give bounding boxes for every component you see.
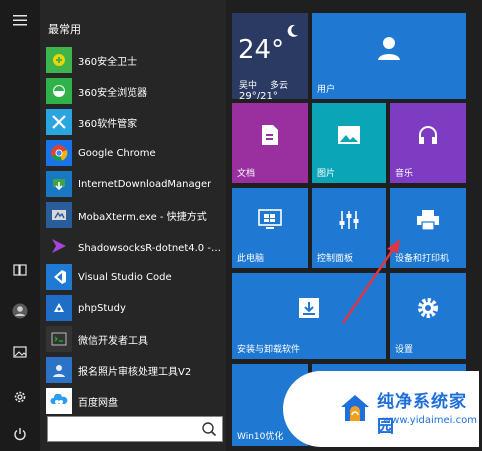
tile-install-uninstall[interactable]: 安装与卸载软件 bbox=[232, 273, 386, 359]
app-label: ShadowsocksR-dotnet4.0 - 快... bbox=[78, 242, 224, 254]
idm-icon bbox=[46, 171, 72, 197]
tile-documents[interactable]: 文档 bbox=[232, 103, 308, 183]
computer-icon bbox=[232, 188, 308, 252]
360-software-manager-icon bbox=[46, 109, 72, 135]
weather-range: 29°/21° bbox=[239, 91, 278, 99]
most-used-header: 最常用 bbox=[48, 23, 81, 36]
list-item[interactable]: 360安全卫士 bbox=[46, 45, 226, 75]
list-item[interactable]: MobaXterm.exe - 快捷方式 bbox=[46, 200, 226, 230]
baidu-netdisk-icon bbox=[46, 388, 72, 414]
app-label: 360安全卫士 bbox=[78, 56, 138, 68]
tile-label: Win10优化 bbox=[237, 432, 284, 442]
printer-icon bbox=[390, 188, 466, 252]
list-item[interactable]: phpStudy bbox=[46, 293, 226, 323]
menu-icon[interactable] bbox=[8, 8, 32, 32]
photo-tool-icon bbox=[46, 357, 72, 383]
list-item[interactable]: 报名照片审核处理工具V2 bbox=[46, 355, 226, 385]
app-label: InternetDownloadManager bbox=[78, 178, 212, 190]
tile-control-panel[interactable]: 控制面板 bbox=[312, 188, 386, 268]
360-safeguard-icon bbox=[46, 47, 72, 73]
search-icon[interactable] bbox=[201, 421, 217, 437]
tile-devices-printers[interactable]: 设备和打印机 bbox=[390, 188, 466, 268]
watermark-badge: 纯净系统家园 www.yidaimei.com bbox=[283, 371, 479, 447]
app-label: 报名照片审核处理工具V2 bbox=[78, 366, 192, 378]
search-input[interactable] bbox=[47, 416, 223, 442]
app-label: MobaXterm.exe - 快捷方式 bbox=[78, 211, 207, 223]
tile-label: 控制面板 bbox=[317, 254, 354, 264]
power-icon[interactable] bbox=[8, 422, 32, 446]
watermark-url: www.yidaimei.com bbox=[383, 415, 477, 426]
360-browser-icon bbox=[46, 78, 72, 104]
list-item[interactable]: 360软件管家 bbox=[46, 107, 226, 137]
tablet-mode-icon[interactable] bbox=[8, 258, 32, 282]
tile-pictures[interactable]: 图片 bbox=[312, 103, 386, 183]
headphones-icon bbox=[390, 103, 466, 167]
list-item[interactable]: 百度网盘 bbox=[46, 386, 226, 416]
tile-label: 音乐 bbox=[395, 169, 414, 179]
list-item[interactable]: Google Chrome bbox=[46, 138, 226, 168]
sliders-icon bbox=[312, 188, 386, 252]
shadowsocks-icon bbox=[46, 233, 72, 259]
start-rail bbox=[0, 0, 40, 451]
tile-user[interactable]: 用户 bbox=[312, 13, 466, 99]
phpstudy-icon bbox=[46, 295, 72, 321]
app-label: Visual Studio Code bbox=[78, 271, 172, 283]
weather-description: 多云 bbox=[270, 81, 289, 91]
app-label: 360安全浏览器 bbox=[78, 87, 148, 99]
tile-this-pc[interactable]: 此电脑 bbox=[232, 188, 308, 268]
app-label: 百度网盘 bbox=[78, 397, 118, 409]
gear-icon bbox=[390, 273, 466, 343]
app-list: 最常用 360安全卫士 360安全浏览器 360软件管家 Google Chro… bbox=[40, 0, 226, 451]
pictures-icon[interactable] bbox=[8, 340, 32, 364]
tile-label: 设备和打印机 bbox=[395, 254, 450, 264]
tile-label: 设置 bbox=[395, 345, 414, 355]
document-icon bbox=[232, 103, 308, 167]
tile-label: 此电脑 bbox=[237, 254, 265, 264]
watermark-title: 纯净系统家园 bbox=[377, 392, 467, 437]
tile-label: 文档 bbox=[237, 169, 256, 179]
list-item[interactable]: InternetDownloadManager bbox=[46, 169, 226, 199]
moon-icon bbox=[287, 24, 298, 37]
list-item[interactable]: Visual Studio Code bbox=[46, 262, 226, 292]
user-icon bbox=[312, 13, 466, 83]
gear-icon[interactable] bbox=[8, 385, 32, 409]
list-item[interactable]: 微信开发者工具 bbox=[46, 324, 226, 354]
app-label: 360软件管家 bbox=[78, 118, 138, 130]
tile-label: 安装与卸载软件 bbox=[237, 345, 301, 355]
chrome-icon bbox=[46, 140, 72, 166]
weather-tile[interactable]: 24° 吴中 多云 29°/21° bbox=[232, 13, 308, 99]
tile-label: 图片 bbox=[317, 169, 336, 179]
weather-city: 吴中 bbox=[239, 81, 258, 91]
user-icon[interactable] bbox=[8, 299, 32, 323]
house-logo-icon bbox=[341, 395, 369, 421]
app-label: 微信开发者工具 bbox=[78, 335, 148, 347]
picture-icon bbox=[312, 103, 386, 167]
list-item[interactable]: ShadowsocksR-dotnet4.0 - 快... bbox=[46, 231, 226, 261]
app-label: phpStudy bbox=[78, 302, 126, 314]
tile-settings[interactable]: 设置 bbox=[390, 273, 466, 359]
mobaxterm-icon bbox=[46, 202, 72, 228]
vscode-icon bbox=[46, 264, 72, 290]
wechat-devtools-icon bbox=[46, 326, 72, 352]
tile-music[interactable]: 音乐 bbox=[390, 103, 466, 183]
app-label: Google Chrome bbox=[78, 147, 156, 159]
install-box-icon bbox=[232, 273, 386, 343]
tile-label: 用户 bbox=[317, 85, 336, 95]
weather-temperature: 24° bbox=[238, 35, 285, 65]
list-item[interactable]: 360安全浏览器 bbox=[46, 76, 226, 106]
